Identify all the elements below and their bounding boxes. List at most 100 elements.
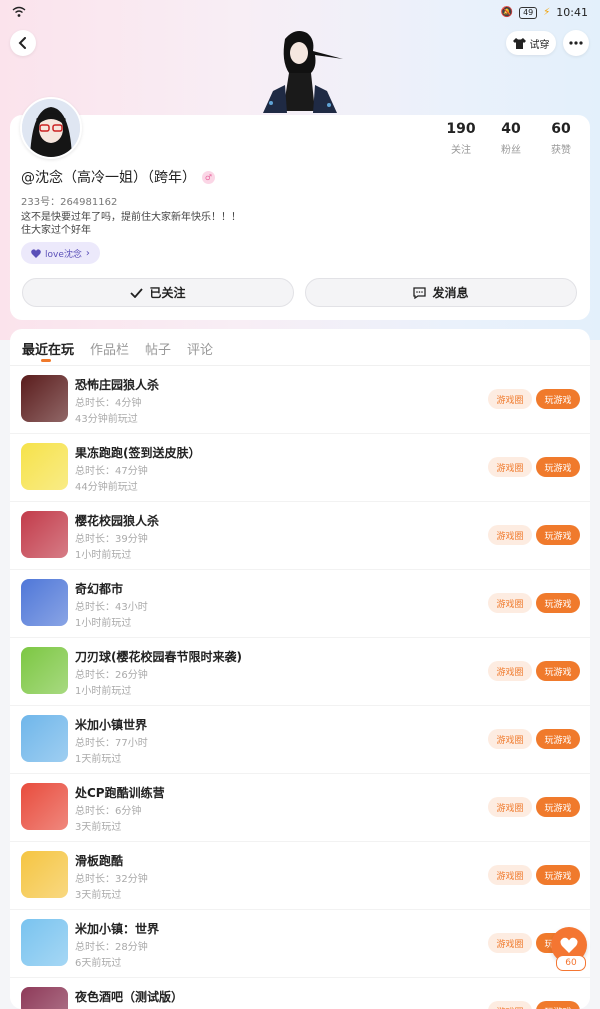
- charging-icon: ⚡: [543, 7, 551, 18]
- tryon-label: 试穿: [529, 39, 550, 51]
- game-row[interactable]: 恐怖庄园狼人杀 总时长：4分钟 43分钟前玩过 游戏圈 玩游戏: [10, 366, 590, 434]
- clock: 10:41: [556, 6, 588, 19]
- game-circle-button[interactable]: 游戏圈: [488, 729, 532, 749]
- battery-indicator: 49: [519, 6, 538, 19]
- game-title: 处CP跑酷训练营: [75, 786, 165, 800]
- game-circle-button[interactable]: 游戏圈: [488, 1001, 532, 1009]
- game-title: 夜色酒吧（测试版）: [75, 990, 184, 1004]
- game-row[interactable]: 米加小镇：世界总时长：28分钟6天前玩过游戏圈玩游戏: [10, 910, 590, 978]
- game-circle-button[interactable]: 游戏圈: [488, 389, 532, 409]
- heart-icon: [31, 248, 41, 258]
- tag-label: love沈念: [45, 249, 82, 260]
- play-game-button[interactable]: 玩游戏: [536, 1001, 580, 1009]
- tab-recent[interactable]: 最近在玩: [22, 339, 74, 358]
- tab-comments[interactable]: 评论: [187, 339, 213, 358]
- game-icon[interactable]: [21, 851, 68, 898]
- avatar-portrait-icon: [22, 99, 80, 157]
- bio-line: 这不是快要过年了吗，提前住大家新年快乐！！！: [21, 212, 241, 223]
- game-circle-button[interactable]: 游戏圈: [488, 865, 532, 885]
- game-icon[interactable]: [21, 511, 68, 558]
- more-dots-icon: [569, 41, 583, 45]
- game-duration: 总时长：26分钟: [75, 670, 148, 681]
- game-last-played: 1天前玩过: [75, 754, 122, 765]
- game-title: 奇幻都市: [75, 582, 124, 596]
- play-game-button[interactable]: 玩游戏: [536, 593, 580, 613]
- game-duration: 总时长：43小时: [75, 602, 148, 613]
- play-game-button[interactable]: 玩游戏: [536, 389, 580, 409]
- game-circle-button[interactable]: 游戏圈: [488, 457, 532, 477]
- play-game-button[interactable]: 玩游戏: [536, 525, 580, 545]
- game-title: 刀刃球(樱花校园春节限时来袭): [75, 650, 242, 664]
- wifi-icon: [12, 6, 26, 17]
- back-arrow-icon: [18, 37, 26, 49]
- username: @沈念（高冷一姐）（跨年） ♂: [21, 167, 215, 187]
- avatar-character-figure: [263, 31, 343, 113]
- tab-posts[interactable]: 帖子: [145, 339, 171, 358]
- game-last-played: 3天前玩过: [75, 890, 122, 901]
- game-icon[interactable]: [21, 715, 68, 762]
- game-title: 米加小镇世界: [75, 718, 148, 732]
- status-bar: 🔕 49 ⚡ 10:41: [0, 0, 600, 26]
- game-icon[interactable]: [21, 647, 68, 694]
- check-icon: [130, 287, 144, 298]
- game-icon[interactable]: [21, 375, 68, 422]
- game-icon[interactable]: [21, 919, 68, 966]
- game-duration: 总时长：28分钟: [75, 942, 148, 953]
- back-button[interactable]: [10, 30, 36, 56]
- game-circle-button[interactable]: 游戏圈: [488, 797, 532, 817]
- game-last-played: 3天前玩过: [75, 822, 122, 833]
- gender-badge-icon: ♂: [202, 170, 215, 184]
- play-game-button[interactable]: 玩游戏: [536, 797, 580, 817]
- game-duration: 总时长：4分钟: [75, 398, 142, 409]
- message-label: 发消息: [432, 286, 469, 300]
- game-duration: 总时长：39分钟: [75, 534, 148, 545]
- avatar[interactable]: [20, 97, 82, 159]
- chat-bubble-icon: [413, 286, 427, 299]
- game-last-played: 6天前玩过: [75, 958, 122, 969]
- game-last-played: 1小时前玩过: [75, 550, 132, 561]
- game-icon[interactable]: [21, 579, 68, 626]
- stat-label: 关注: [451, 145, 471, 156]
- game-row[interactable]: 夜色酒吧（测试版） 游戏圈玩游戏: [10, 978, 590, 1009]
- play-game-button[interactable]: 玩游戏: [536, 457, 580, 477]
- play-game-button[interactable]: 玩游戏: [536, 865, 580, 885]
- profile-stats: 190 关注 40 粉丝 60 获赞: [436, 121, 586, 156]
- game-icon[interactable]: [21, 783, 68, 830]
- stat-label: 粉丝: [501, 145, 521, 156]
- game-row[interactable]: 米加小镇世界 总时长：77小时 1天前玩过 游戏圈 玩游戏: [10, 706, 590, 774]
- game-icon[interactable]: [21, 987, 68, 1009]
- game-row[interactable]: 刀刃球(樱花校园春节限时来袭) 总时长：26分钟 1小时前玩过 游戏圈 玩游戏: [10, 638, 590, 706]
- stat-following[interactable]: 190 关注: [436, 121, 486, 156]
- game-row[interactable]: 处CP跑酷训练营 总时长：6分钟 3天前玩过 游戏圈 玩游戏: [10, 774, 590, 842]
- stat-followers[interactable]: 40 粉丝: [486, 121, 536, 156]
- chevron-right-icon: ›: [85, 247, 90, 259]
- profile-tag[interactable]: love沈念 ›: [21, 242, 100, 264]
- game-circle-button[interactable]: 游戏圈: [488, 525, 532, 545]
- game-row[interactable]: 樱花校园狼人杀 总时长：39分钟 1小时前玩过 游戏圈 玩游戏: [10, 502, 590, 570]
- game-row[interactable]: 滑板跑酷 总时长：32分钟 3天前玩过 游戏圈 玩游戏: [10, 842, 590, 910]
- game-row[interactable]: 奇幻都市总时长：43小时 1小时前玩过 游戏圈 玩游戏: [10, 570, 590, 638]
- play-game-button[interactable]: 玩游戏: [536, 729, 580, 749]
- game-circle-button[interactable]: 游戏圈: [488, 593, 532, 613]
- follow-label: 已关注: [149, 286, 186, 300]
- game-duration: 总时长：32分钟: [75, 874, 148, 885]
- message-button[interactable]: 发消息: [305, 278, 577, 307]
- tab-works[interactable]: 作品栏: [90, 339, 129, 358]
- game-last-played: 43分钟前玩过: [75, 414, 138, 425]
- favorite-count: 60: [556, 955, 586, 971]
- more-button[interactable]: [563, 30, 589, 56]
- game-circle-button[interactable]: 游戏圈: [488, 661, 532, 681]
- play-game-button[interactable]: 玩游戏: [536, 661, 580, 681]
- tryon-button[interactable]: 试穿: [506, 31, 556, 55]
- mute-icon: 🔕: [500, 7, 514, 18]
- games-card: 最近在玩 作品栏 帖子 评论 恐怖庄园狼人杀 总时长：4分钟 43分钟前玩过 游戏圈玩…: [10, 329, 590, 1009]
- game-circle-button[interactable]: 游戏圈: [488, 933, 532, 953]
- follow-button[interactable]: 已关注: [22, 278, 294, 307]
- game-title: 米加小镇：世界: [75, 922, 160, 936]
- game-title: 樱花校园狼人杀: [75, 514, 160, 528]
- game-icon[interactable]: [21, 443, 68, 490]
- stat-likes[interactable]: 60 获赞: [536, 121, 586, 156]
- tab-bar: 最近在玩 作品栏 帖子 评论: [22, 339, 213, 358]
- game-row[interactable]: 果冻跑跑(签到送皮肤） 总时长：47分钟 44分钟前玩过 游戏圈 玩游戏: [10, 434, 590, 502]
- game-last-played: 1小时前玩过: [75, 618, 132, 629]
